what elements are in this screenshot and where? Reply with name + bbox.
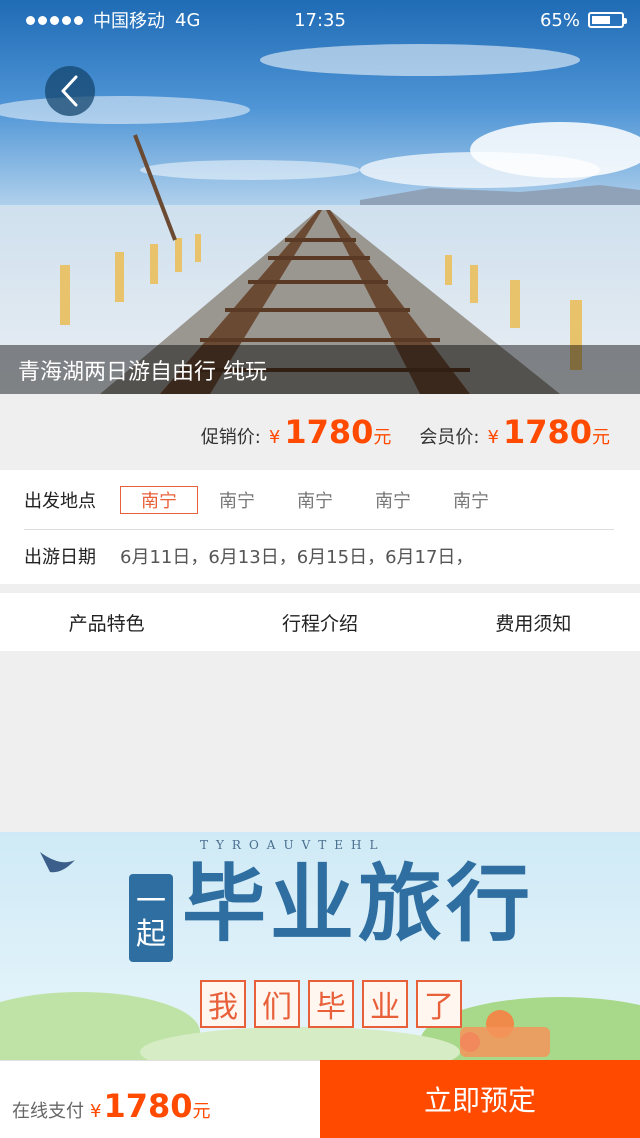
member-price-label: 会员价: [419,427,480,448]
promo-price-label: 促销价: [200,427,261,448]
tab-itinerary[interactable]: 行程介绍 [213,593,426,651]
travel-date-label: 出游日期 [24,547,96,568]
pay-amount: 1780 [103,1087,193,1125]
pay-unit: 元 [192,1101,211,1122]
promo-price-currency: ¥ [268,427,281,448]
railway-photo [0,0,640,394]
network-type: 4G [175,9,201,31]
trip-info-card: 出发地点 南宁 南宁 南宁 南宁 南宁 出游日期 6月11日，6月13日，6月1… [0,470,640,584]
product-title: 青海湖两日游自由行 纯玩 [18,359,267,385]
banner-letters: TYROAUVTEHL [200,838,386,852]
banner-subtitle-char: 了 [416,980,462,1028]
travel-date-row: 出游日期 6月11日，6月13日，6月15日，6月17日， [24,540,614,572]
battery-percent: 65% [539,9,580,31]
tab-fee-notes[interactable]: 费用须知 [427,593,640,651]
chevron-left-icon [61,75,78,107]
banner-subtitle-char: 业 [362,980,408,1028]
banner-badge-char: 一 [136,884,166,919]
departure-city-option[interactable]: 南宁 [276,486,354,514]
departure-row: 出发地点 南宁 南宁 南宁 南宁 南宁 [24,484,614,516]
banner-subtitle: 我 们 毕 业 了 [200,980,462,1028]
online-pay-info: 在线支付 ¥ 1780 元 [0,1060,320,1138]
detail-tabs: 产品特色 行程介绍 费用须知 [0,593,640,651]
member-price-value: 1780 [502,413,592,451]
departure-city-option[interactable]: 南宁 [354,486,432,514]
departure-label: 出发地点 [24,491,96,512]
tab-product-features[interactable]: 产品特色 [0,593,213,651]
member-price-currency: ¥ [487,427,499,448]
product-title-bar: 青海湖两日游自由行 纯玩 [0,345,640,394]
bottom-bar: 在线支付 ¥ 1780 元 立即预定 [0,1060,640,1138]
departure-city-option[interactable]: 南宁 [432,486,510,514]
banner-subtitle-char: 们 [254,980,300,1028]
pay-label: 在线支付 [12,1101,84,1122]
departure-city-option[interactable]: 南宁 [120,486,198,514]
book-now-button[interactable]: 立即预定 [320,1060,640,1138]
pay-currency: ¥ [90,1101,102,1122]
member-price: 会员价: ¥ 1780 元 [419,413,610,451]
departure-city-option[interactable]: 南宁 [198,486,276,514]
back-button[interactable] [45,66,95,116]
banner-subtitle-char: 毕 [308,980,354,1028]
promo-price-value: 1780 [284,413,374,451]
banner-title: 毕业旅行 [182,855,535,953]
banner-badge: 一 起 [129,874,173,962]
battery-icon [588,12,627,28]
hero-image [0,0,640,394]
travel-date-list[interactable]: 6月11日，6月13日，6月15日，6月17日， [120,543,473,569]
promo-price: 促销价: ¥ 1780 元 [201,413,392,451]
carrier-name: 中国移动 [93,11,165,32]
signal-icon [26,15,83,25]
member-price-unit: 元 [592,427,610,448]
promo-price-unit: 元 [373,427,392,448]
divider [24,529,614,530]
price-row: 促销价: ¥ 1780 元 会员价: ¥ 1780 元 [0,394,640,470]
banner-badge-char: 起 [136,917,166,952]
banner-subtitle-char: 我 [200,980,246,1028]
status-bar: 中国移动 4G 17:35 65% [0,0,640,40]
